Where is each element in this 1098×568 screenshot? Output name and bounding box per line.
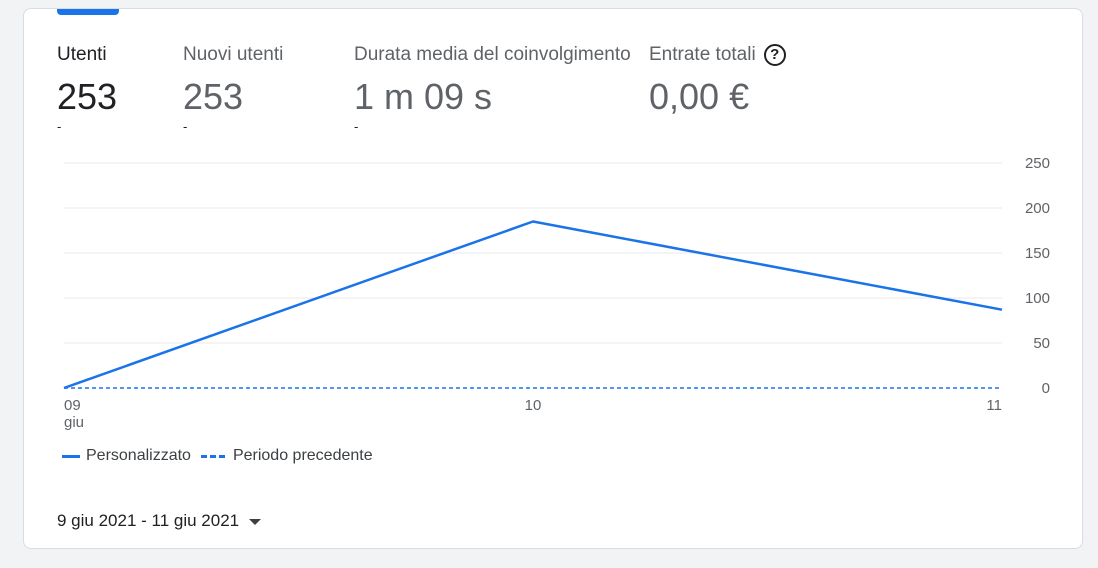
chart-y-ticks: 0 50 100 150 200 250	[1025, 155, 1050, 397]
caret-down-icon	[249, 519, 262, 525]
chart-gridlines	[64, 162, 1002, 344]
legend-swatch-dashed	[200, 454, 225, 458]
chart-legend: Personalizzato Periodo precedente	[62, 447, 383, 465]
y-tick-label: 100	[1025, 290, 1050, 307]
y-tick-label: 150	[1025, 245, 1050, 262]
line-chart: 0 50 100 150 200 250 09giu 10 11	[63, 155, 1050, 431]
chart-x-ticks: 09giu 10 11	[64, 397, 1002, 431]
y-tick-label: 250	[1025, 155, 1050, 172]
x-tick-label: 11	[986, 397, 1002, 414]
legend-label-personalizzato: Personalizzato	[86, 447, 191, 464]
legend-swatch-solid	[62, 454, 80, 458]
legend-item-personalizzato[interactable]: Personalizzato	[62, 447, 191, 465]
y-tick-label: 0	[1042, 380, 1050, 397]
overview-card: Utenti 253 - Nuovi utenti 253 - Durata m…	[23, 8, 1083, 549]
legend-label-periodo-precedente: Periodo precedente	[232, 447, 373, 464]
x-tick-label: 10	[525, 397, 542, 414]
chart-series	[63, 220, 1003, 390]
y-tick-label: 50	[1033, 335, 1050, 352]
date-range-selector[interactable]: 9 giu 2021 - 11 giu 2021	[57, 511, 262, 531]
date-range-label: 9 giu 2021 - 11 giu 2021	[57, 511, 240, 530]
legend-item-periodo-precedente[interactable]: Periodo precedente	[200, 447, 373, 465]
series-line-personalizzato	[63, 220, 1003, 390]
x-tick-sublabel: giu	[64, 414, 84, 431]
y-tick-label: 200	[1025, 200, 1050, 217]
x-tick-label: 09	[64, 397, 81, 414]
